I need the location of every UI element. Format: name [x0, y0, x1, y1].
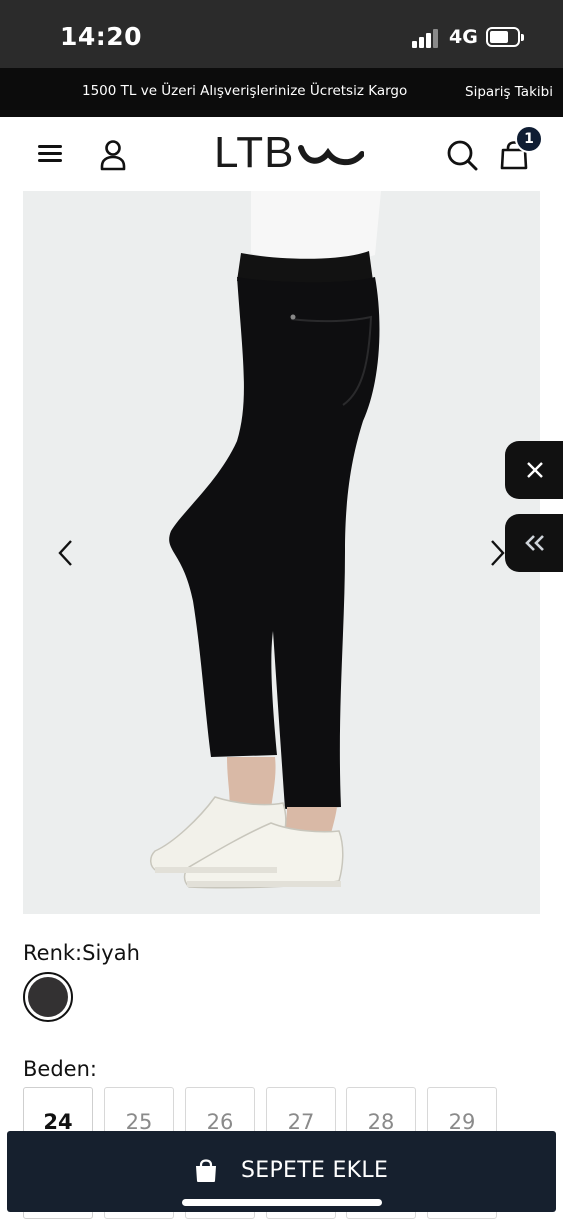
- order-tracking-link[interactable]: Sipariş Takibi: [465, 84, 553, 100]
- close-icon: [527, 462, 543, 478]
- shopping-bag-icon: [196, 1159, 216, 1182]
- prev-image-button[interactable]: [48, 533, 84, 573]
- logo-smile-icon: [298, 145, 365, 166]
- status-bar: 14:20 4G: [0, 0, 563, 68]
- chevron-right-icon: [491, 540, 505, 566]
- close-panel-button[interactable]: [505, 441, 563, 499]
- product-image[interactable]: [23, 191, 540, 914]
- cart-count-badge: 1: [515, 125, 543, 153]
- user-icon[interactable]: [99, 139, 127, 171]
- logo-text: LTB: [214, 128, 295, 177]
- network-type: 4G: [449, 26, 478, 48]
- add-to-cart-label: SEPETE EKLE: [241, 1158, 389, 1183]
- size-label: Beden:: [23, 1057, 97, 1081]
- search-icon[interactable]: [446, 139, 478, 171]
- double-chevron-left-icon: [525, 535, 544, 551]
- promo-bar: 1500 TL ve Üzeri Alışverişlerinize Ücret…: [0, 68, 563, 117]
- expand-panel-button[interactable]: [505, 514, 563, 572]
- home-indicator: [182, 1199, 382, 1206]
- battery-icon: [486, 27, 524, 47]
- color-label: Renk:Siyah: [23, 941, 140, 965]
- chevron-left-icon: [58, 540, 72, 566]
- brand-logo[interactable]: LTB: [214, 128, 365, 178]
- site-header: LTB 1: [0, 117, 563, 191]
- product-photo: [23, 191, 540, 914]
- menu-icon[interactable]: [38, 145, 62, 163]
- status-time: 14:20: [60, 22, 143, 51]
- signal-icon: [412, 28, 440, 48]
- promo-text: 1500 TL ve Üzeri Alışverişlerinize Ücret…: [82, 83, 408, 99]
- color-swatch-black[interactable]: [23, 972, 73, 1022]
